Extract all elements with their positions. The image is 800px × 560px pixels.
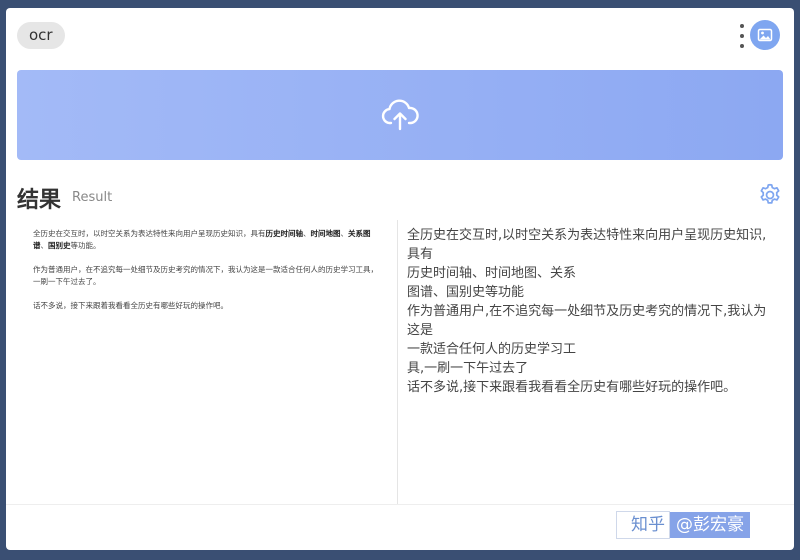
doc-paragraph-3: 话不多说，接下来跟着我看看全历史有哪些好玩的操作吧。 <box>33 301 228 310</box>
gear-icon[interactable] <box>757 182 783 208</box>
source-image-pane: 全历史在交互时，以时空关系为表达特性来向用户呈现历史知识，具有历史时间轴、时间地… <box>17 220 398 504</box>
doc-text-span: 全历史在交互时，以时空关系为表达特性来向用户呈现历史知识，具有 <box>33 229 266 238</box>
ocr-line: 一款适合任何人的历史学习工 <box>407 342 577 357</box>
avatar[interactable] <box>750 20 780 50</box>
watermark-user: @彭宏豪 <box>670 512 750 538</box>
app-window: ocr 结果 Result 全历史在交互时，以时空关系为表达特性来向用户呈现历史… <box>6 8 794 550</box>
doc-bold-span: 国别史 <box>48 241 71 250</box>
ocr-line: 图谱、国别史等功能 <box>407 285 525 300</box>
upload-dropzone[interactable] <box>17 70 783 160</box>
ocr-line: 具,一刷一下午过去了 <box>407 361 529 376</box>
watermark: 知乎 @彭宏豪 <box>616 511 750 539</box>
doc-bold-span: 时间地图 <box>310 229 341 238</box>
source-document: 全历史在交互时，以时空关系为表达特性来向用户呈现历史知识，具有历史时间轴、时间地… <box>33 228 383 324</box>
more-vertical-icon[interactable] <box>738 24 746 48</box>
watermark-site: 知乎 <box>616 511 670 539</box>
result-title: 结果 <box>17 188 62 213</box>
ocr-line: 全历史在交互时,以时空关系为表达特性来向用户呈现历史知识,具有 <box>407 228 767 262</box>
footer-divider <box>6 504 794 505</box>
cloud-upload-icon <box>381 99 419 131</box>
ocr-line: 话不多说,接下来跟看我看看全历史有哪些好玩的操作吧。 <box>407 380 737 395</box>
image-icon <box>757 28 773 42</box>
header: ocr <box>6 8 794 66</box>
ocr-line: 历史时间轴、时间地图、关系 <box>407 266 577 281</box>
doc-text-span: 、 <box>303 229 311 238</box>
doc-paragraph-2: 作为普通用户，在不追究每一处细节及历史考究的情况下，我认为这是一款适合任何人的历… <box>33 265 378 286</box>
ocr-result-text[interactable]: 全历史在交互时,以时空关系为表达特性来向用户呈现历史知识,具有 历史时间轴、时间… <box>407 226 779 397</box>
ocr-result-pane[interactable]: 全历史在交互时,以时空关系为表达特性来向用户呈现历史知识,具有 历史时间轴、时间… <box>399 220 783 504</box>
doc-text-span: 等功能。 <box>70 241 101 250</box>
app-chip[interactable]: ocr <box>17 22 65 49</box>
doc-text-span: 、 <box>340 229 349 238</box>
doc-paragraph-1: 全历史在交互时，以时空关系为表达特性来向用户呈现历史知识，具有历史时间轴、时间地… <box>33 228 383 252</box>
doc-text-span: 、 <box>40 241 49 250</box>
doc-bold-span: 历史时间轴 <box>265 229 304 238</box>
result-subtitle: Result <box>72 190 113 205</box>
result-panes: 全历史在交互时，以时空关系为表达特性来向用户呈现历史知识，具有历史时间轴、时间地… <box>17 220 783 504</box>
ocr-line: 作为普通用户,在不追究每一处细节及历史考究的情况下,我认为这是 <box>407 304 767 338</box>
